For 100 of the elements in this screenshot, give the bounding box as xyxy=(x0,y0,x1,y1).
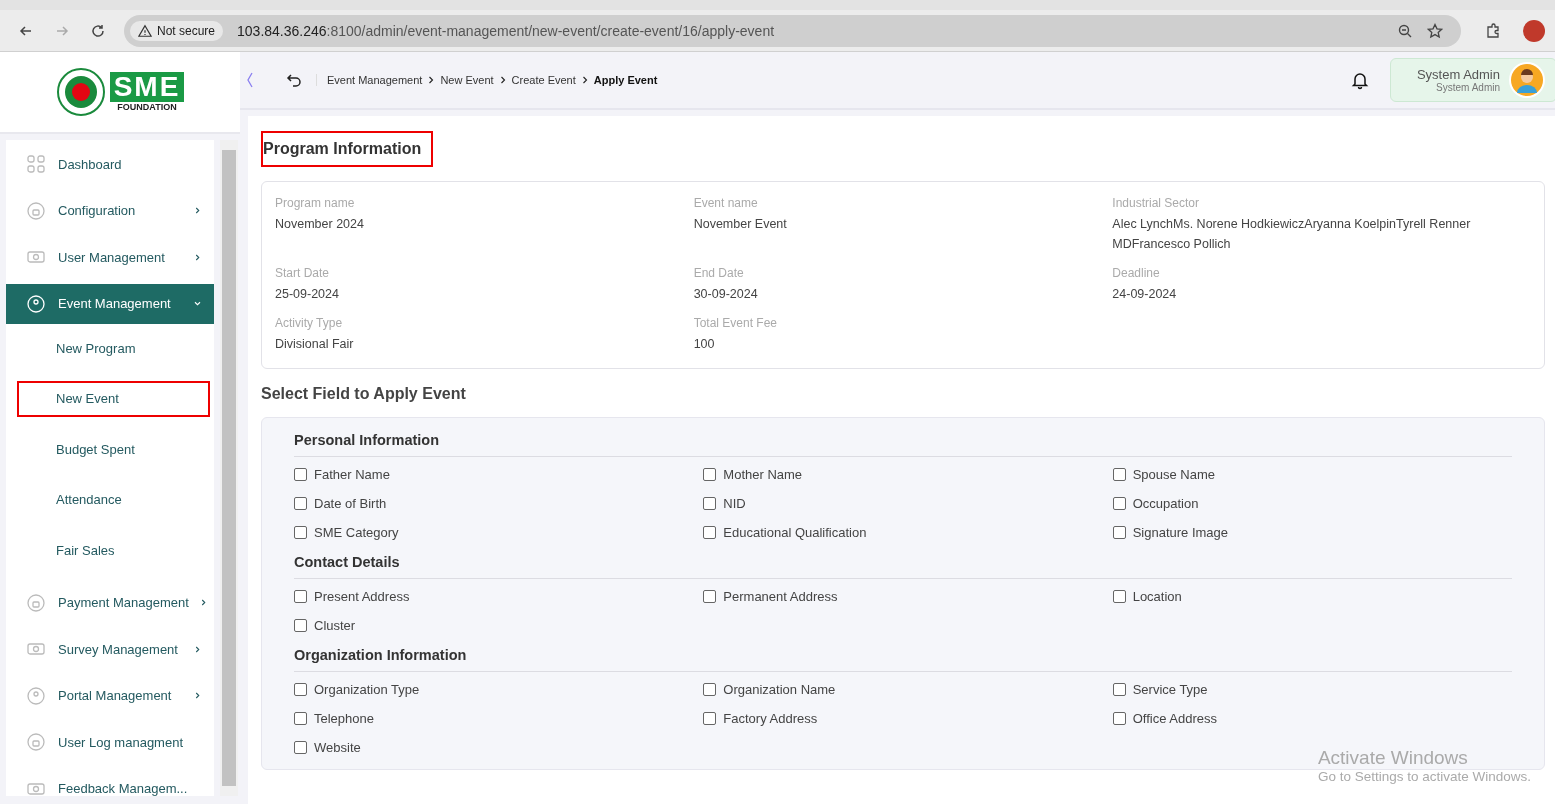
group-title: Contact Details xyxy=(294,554,1512,579)
menu-item-icon xyxy=(26,154,46,174)
checkbox[interactable] xyxy=(294,712,307,725)
extensions-icon[interactable] xyxy=(1485,22,1501,39)
checkbox-label: Mother Name xyxy=(723,467,803,482)
checkbox[interactable] xyxy=(1112,497,1126,510)
submenu-item[interactable]: New Program xyxy=(17,330,211,366)
breadcrumb-link[interactable]: New Event xyxy=(440,74,494,86)
field-value: 30-09-2024 xyxy=(693,286,759,303)
checkbox[interactable] xyxy=(294,526,307,539)
checkbox[interactable] xyxy=(703,497,717,510)
submenu-item[interactable]: Fair Sales xyxy=(17,532,211,568)
checkbox[interactable] xyxy=(294,468,307,481)
breadcrumb-link[interactable]: Create Event xyxy=(511,74,576,86)
scrollbar[interactable] xyxy=(220,140,238,796)
section-title: Program Information xyxy=(261,131,434,167)
checkbox-label: Telephone xyxy=(314,711,374,726)
checkbox[interactable] xyxy=(1112,468,1126,481)
url-text: 103.84.36.246:8100/admin/event-management/new-event/create-event/16/apply-event xyxy=(237,22,775,39)
checkbox[interactable] xyxy=(703,712,717,725)
activation-title: Activate Windows xyxy=(1317,747,1469,769)
checkbox[interactable] xyxy=(703,590,717,603)
checkbox[interactable] xyxy=(294,741,307,754)
field-value: 24-09-2024 xyxy=(1112,286,1178,303)
reload-icon[interactable] xyxy=(90,22,106,39)
checkbox-label: Spouse Name xyxy=(1132,467,1216,482)
menu-item-icon xyxy=(26,732,46,752)
checkbox[interactable] xyxy=(1112,590,1126,603)
sidebar-item[interactable]: Feedback Managem... xyxy=(6,768,215,796)
sidebar-item[interactable]: Payment Management xyxy=(6,582,215,623)
checkbox[interactable] xyxy=(703,683,717,696)
field-value: 100 xyxy=(693,336,716,353)
bell-icon[interactable] xyxy=(1349,70,1370,90)
checkbox[interactable] xyxy=(703,526,717,539)
checkbox-label: Organization Name xyxy=(723,682,836,697)
checkbox-label: Permanent Address xyxy=(723,589,838,604)
zoom-icon[interactable] xyxy=(1397,22,1413,39)
field-label: Deadline xyxy=(1112,266,1161,280)
checkbox-label: Website xyxy=(314,740,361,755)
undo-icon[interactable] xyxy=(286,72,302,88)
checkbox[interactable] xyxy=(294,590,307,603)
checkbox[interactable] xyxy=(703,468,717,481)
checkbox-label: Organization Type xyxy=(314,682,420,697)
field-label: End Date xyxy=(693,266,745,280)
breadcrumb-current: Apply Event xyxy=(593,74,658,86)
checkbox-label: Educational Qualification xyxy=(723,525,867,540)
sidebar-item[interactable]: Configuration xyxy=(6,190,215,231)
field-value: 25-09-2024 xyxy=(275,286,340,303)
sidebar-item[interactable]: Survey Management xyxy=(6,629,215,669)
field-label: Event name xyxy=(693,196,759,210)
sidebar-item[interactable]: Event Management xyxy=(6,283,215,324)
field-value: November Event xyxy=(693,216,788,233)
checkbox-label: SME Category xyxy=(314,525,399,540)
activation-text: Go to Settings to activate Windows. xyxy=(1317,769,1531,784)
checkbox[interactable] xyxy=(1112,683,1126,696)
menu-item-icon xyxy=(26,200,46,221)
sidebar-item[interactable]: Portal Management xyxy=(6,675,215,716)
group-title: Personal Information xyxy=(294,432,1512,457)
sidebar-item[interactable]: User Management xyxy=(6,237,215,277)
checkbox[interactable] xyxy=(1112,526,1126,539)
checkbox[interactable] xyxy=(1112,712,1126,725)
security-chip[interactable]: Not secure xyxy=(130,20,224,41)
checkbox-label: Date of Birth xyxy=(314,496,387,511)
chevron-icon xyxy=(581,76,588,84)
sidebar-item[interactable]: User Log managment xyxy=(6,722,215,762)
submenu-item[interactable]: Attendance xyxy=(17,481,211,518)
checkbox-label: Cluster xyxy=(314,618,356,633)
sidebar-item[interactable]: Dashboard xyxy=(6,144,215,184)
checkbox-label: Present Address xyxy=(314,589,410,604)
address-bar[interactable]: Not secure 103.84.36.246:8100/admin/event-management/new-event/create-event/16/apply-event xyxy=(124,14,1461,47)
checkbox-label: Office Address xyxy=(1132,711,1217,726)
submenu-item[interactable]: New Event xyxy=(17,380,211,417)
user-name: System Admin xyxy=(1416,67,1500,82)
checkbox[interactable] xyxy=(294,619,307,632)
field-label: Activity Type xyxy=(275,316,344,330)
checkbox-label: NID xyxy=(723,496,746,511)
checkbox-label: Father Name xyxy=(314,467,390,482)
collapse-icon[interactable] xyxy=(246,72,254,88)
field-label: Program name xyxy=(275,196,356,210)
checkbox[interactable] xyxy=(294,497,307,510)
user-menu[interactable]: System Admin System Admin xyxy=(1389,58,1555,102)
user-role: System Admin xyxy=(1436,82,1500,93)
logo-subtitle: FOUNDATION xyxy=(117,102,177,112)
submenu-item[interactable]: Budget Spent xyxy=(17,431,211,467)
star-icon[interactable] xyxy=(1427,22,1443,39)
section-title: Select Field to Apply Event xyxy=(261,385,467,403)
field-label: Total Event Fee xyxy=(693,316,779,330)
menu-item-icon xyxy=(26,592,46,613)
menu-item-icon xyxy=(26,685,46,706)
checkbox-label: Signature Image xyxy=(1132,525,1229,540)
checkbox[interactable] xyxy=(294,683,307,696)
field-value: Alec LynchMs. Norene HodkiewiczAryanna KoelpinTyrell Renner MDFrancesco Pollich xyxy=(1112,216,1472,253)
checkbox-label: Service Type xyxy=(1132,682,1208,697)
breadcrumb-link[interactable]: Event Management xyxy=(327,74,423,86)
checkbox-label: Occupation xyxy=(1132,496,1199,511)
field-value: November 2024 xyxy=(275,216,365,233)
field-value: Divisional Fair xyxy=(275,336,355,353)
profile-avatar[interactable] xyxy=(1523,19,1545,42)
group-title: Organization Information xyxy=(294,647,1512,672)
emblem-icon xyxy=(55,67,106,117)
